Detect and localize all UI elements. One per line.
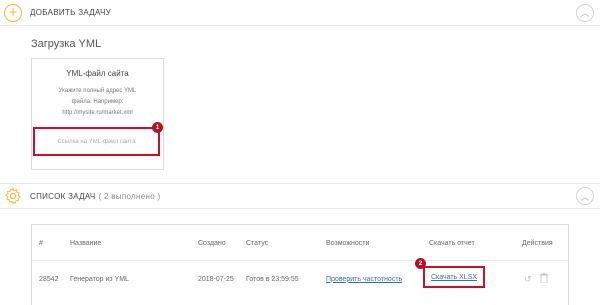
add-task-title: ДОБАВИТЬ ЗАДАЧУ: [30, 8, 111, 17]
table-header-row: # Название Создано Статус Возможности Ск…: [32, 225, 570, 261]
check-frequency-link[interactable]: Проверить частотность: [326, 276, 402, 283]
undo-icon[interactable]: ↺: [524, 274, 532, 285]
column-header-actions: Действия: [522, 239, 553, 247]
yml-card-description: Укажите полный адрес YML файла. Например…: [42, 86, 153, 119]
column-header-created: Создано: [198, 239, 226, 247]
yml-desc-line-2: файла. Например:: [71, 99, 124, 105]
yml-card-title: YML-файл сайта: [66, 69, 129, 78]
check-frequency-cell: Проверить частотность: [326, 261, 402, 297]
plus-circle-icon: +: [4, 3, 22, 22]
tasks-table: # Название Создано Статус Возможности Ск…: [31, 224, 570, 305]
task-name: Генератор из YML: [70, 275, 129, 283]
task-status: Готов в 23:59:55: [246, 275, 299, 283]
yml-url-field-highlight: [33, 127, 160, 156]
table-row: 28542 Генератор из YML 2018-07-25 Готов …: [32, 261, 570, 297]
task-actions: ↺: [524, 261, 548, 297]
column-header-report: Скачать отчет: [429, 239, 475, 247]
chevron-up-icon[interactable]: ︿: [576, 3, 594, 22]
yml-upload-title: Загрузка YML: [31, 38, 102, 50]
page: + ДОБАВИТЬ ЗАДАЧУ ︿ Загрузка YML YML-фай…: [0, 0, 600, 305]
step-badge-2: 2: [415, 258, 426, 269]
column-header-features: Возможности: [326, 239, 370, 247]
column-header-status: Статус: [246, 239, 269, 247]
task-id: 28542: [39, 275, 59, 283]
tasks-completed-count: ( 2 выполнено ): [98, 191, 161, 201]
column-header-id: #: [39, 239, 43, 247]
trash-icon[interactable]: [539, 273, 548, 285]
yml-desc-line-1: Укажите полный адрес YML: [58, 88, 137, 94]
step-badge-1: 1: [152, 122, 163, 133]
tasks-list-title-text: СПИСОК ЗАДАЧ: [30, 191, 96, 201]
tasks-list-header[interactable]: СПИСОК ЗАДАЧ( 2 выполнено ) ︿: [0, 183, 600, 209]
yml-url-input[interactable]: [35, 138, 158, 145]
tasks-list-title: СПИСОК ЗАДАЧ( 2 выполнено ): [30, 192, 160, 201]
chevron-up-icon[interactable]: ︿: [576, 187, 594, 205]
yml-desc-line-3: http://mysite.ru/market.xml: [62, 110, 133, 116]
download-xlsx-highlight: Скачать XLSX: [423, 266, 485, 288]
gear-icon: [4, 187, 22, 205]
download-xlsx-link[interactable]: Скачать XLSX: [431, 274, 477, 281]
add-task-header[interactable]: + ДОБАВИТЬ ЗАДАЧУ ︿: [0, 0, 600, 26]
task-created: 2018-07-25: [198, 275, 234, 283]
column-header-name: Название: [70, 239, 102, 247]
